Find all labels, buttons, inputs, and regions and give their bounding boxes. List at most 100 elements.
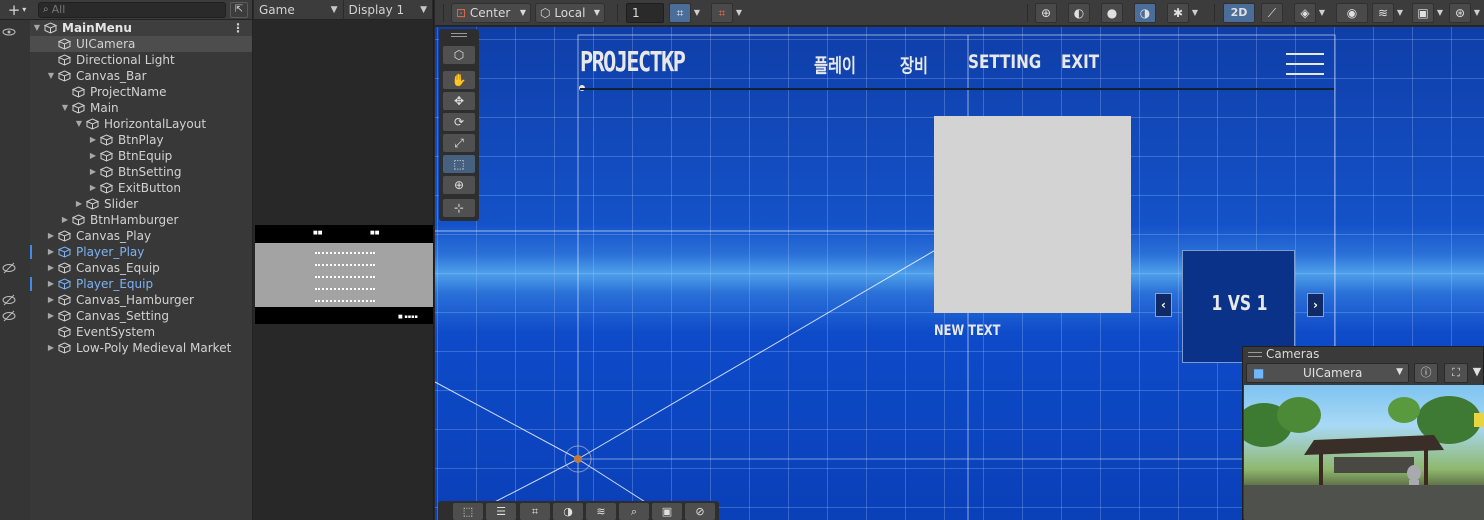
grid-snap-icon[interactable]: ⌗ (669, 3, 691, 23)
pivot-space-button[interactable]: ⬡ Local ▼ (535, 3, 605, 23)
chevron-down-icon[interactable]: ▼ (733, 3, 745, 23)
expand-arrow-icon[interactable]: ▶ (46, 340, 56, 356)
hierarchy-item[interactable]: ▶ Player_Equip (30, 276, 252, 292)
hierarchy-item[interactable]: ▶ Canvas_Hamburger (30, 292, 252, 308)
chevron-down-icon[interactable]: ▼ (1471, 3, 1483, 23)
hierarchy-item[interactable]: ▶ Canvas_Setting (30, 308, 252, 324)
more-options-icon[interactable]: ⋮ (232, 20, 244, 36)
game-view-dropdown[interactable]: Game ▼ (254, 0, 344, 20)
hamburger-icon-line[interactable] (1286, 53, 1324, 55)
header-slider-bar[interactable] (580, 88, 1334, 90)
hierarchy-search[interactable]: ⌕ (38, 1, 226, 18)
search-icon[interactable]: ⌕ (619, 503, 649, 520)
grid-size-field[interactable] (626, 3, 664, 23)
custom-tool-icon[interactable]: ⊹ (443, 199, 475, 217)
expand-arrow-icon[interactable]: ▶ (88, 180, 98, 196)
hidden-eye-icon[interactable] (2, 294, 16, 306)
visibility-eye-icon[interactable] (2, 26, 16, 38)
game-view-render[interactable]: ■■ ■■ ■ ▪▪▪▪ (255, 225, 433, 324)
hamburger-icon-line[interactable] (1286, 73, 1324, 75)
scene-view[interactable]: PROJECTKP 플레이 장비 SETTING EXIT NEW TEXT 1… (435, 27, 1484, 520)
hierarchy-item[interactable]: Directional Light (30, 52, 252, 68)
expand-arrow-icon[interactable]: ▶ (46, 308, 56, 324)
lighting-toggle-icon[interactable]: ⟋ (1261, 3, 1283, 23)
rotate-tool-icon[interactable]: ⟳ (443, 113, 475, 131)
expand-arrow-icon[interactable]: ▶ (60, 212, 70, 228)
hierarchy-item[interactable]: ▶ BtnSetting (30, 164, 252, 180)
hand-tool-icon[interactable]: ✋ (443, 71, 475, 89)
display-dropdown[interactable]: Display 1 ▼ (344, 0, 433, 20)
next-mode-button[interactable]: › (1307, 293, 1324, 317)
prev-mode-button[interactable]: ‹ (1155, 293, 1172, 317)
expand-arrow-icon[interactable]: ▼ (32, 20, 42, 36)
grid-icon[interactable]: ⌗ (520, 503, 550, 520)
hamburger-icon-line[interactable] (1286, 63, 1324, 65)
hierarchy-item[interactable]: ▶ Player_Play (30, 244, 252, 260)
compass-icon[interactable]: ⊘ (685, 503, 715, 520)
menu-exit[interactable]: EXIT (1061, 51, 1099, 73)
scale-tool-icon[interactable]: ⤢ (443, 134, 475, 152)
camera-icon[interactable]: ▣ (652, 503, 682, 520)
unlit-icon[interactable]: ◑ (1134, 3, 1156, 23)
mode-2d-button[interactable]: 2D (1223, 3, 1255, 23)
hidden-eye-icon[interactable] (2, 262, 16, 274)
hierarchy-item[interactable]: ▶ ExitButton (30, 180, 252, 196)
chevron-down-icon[interactable]: ▼ (1316, 3, 1328, 23)
wireframe-shading-icon[interactable]: ⊕ (1035, 3, 1057, 23)
scene-root-row[interactable]: ▼ MainMenu ⋮ (30, 20, 252, 36)
hierarchy-item[interactable]: ▶ Canvas_Equip (30, 260, 252, 276)
move-tool-icon[interactable]: ✥ (443, 92, 475, 110)
expand-arrow-icon[interactable]: ▶ (88, 132, 98, 148)
grip-icon[interactable] (451, 33, 467, 37)
chevron-down-icon[interactable]: ▼ (691, 3, 703, 23)
expand-arrow-icon[interactable]: ▼ (74, 116, 84, 132)
camera-select[interactable]: ■ UICamera ▼ (1246, 363, 1409, 383)
chevron-down-icon[interactable]: ▼ (1434, 3, 1446, 23)
transform-tool-icon[interactable]: ⊕ (443, 176, 475, 194)
hierarchy-search-input[interactable] (51, 3, 225, 16)
view-cube-icon[interactable]: ⬡ (443, 46, 475, 64)
effects-icon[interactable]: ◈ (1294, 3, 1316, 23)
chevron-down-icon[interactable]: ▼ (1394, 3, 1406, 23)
hierarchy-item[interactable]: ▶ BtnPlay (30, 132, 252, 148)
scene-visibility-icon[interactable]: ⇱ (230, 1, 248, 18)
grip-icon[interactable] (1248, 352, 1262, 357)
increment-snap-icon[interactable]: ⌗ (711, 3, 733, 23)
hierarchy-item[interactable]: ▼ HorizontalLayout (30, 116, 252, 132)
hierarchy-item[interactable]: ▶ Canvas_Play (30, 228, 252, 244)
hierarchy-item[interactable]: EventSystem (30, 324, 252, 340)
expand-arrow-icon[interactable]: ▶ (88, 164, 98, 180)
expand-arrow-icon[interactable]: ▶ (88, 148, 98, 164)
hierarchy-item[interactable]: ▶ Low-Poly Medieval Market (30, 340, 252, 356)
shaded-icon[interactable]: ● (1101, 3, 1123, 23)
preview-image[interactable] (934, 116, 1131, 313)
debug-bug-icon[interactable]: ✱ (1167, 3, 1189, 23)
layers-icon[interactable]: ≋ (586, 503, 616, 520)
hierarchy-item[interactable]: ProjectName (30, 84, 252, 100)
hidden-eye-icon[interactable] (2, 310, 16, 322)
align-icon[interactable]: ☰ (486, 503, 516, 520)
expand-arrow-icon[interactable]: ▶ (46, 276, 56, 292)
layers-icon[interactable]: ≋ (1372, 3, 1394, 23)
hierarchy-item[interactable]: ▼ Canvas_Bar (30, 68, 252, 84)
expand-arrow-icon[interactable]: ▼ (46, 68, 56, 84)
add-object-button[interactable]: + ▾ (0, 0, 34, 20)
expand-arrow-icon[interactable]: ▶ (74, 196, 84, 212)
chevron-down-icon[interactable]: ▼ (1469, 363, 1484, 383)
hierarchy-item[interactable]: ▼ Main (30, 100, 252, 116)
hierarchy-item[interactable]: ▶ Slider (30, 196, 252, 212)
frame-camera-icon[interactable]: ⛶ (1444, 363, 1468, 383)
scene-visibility-eye-icon[interactable]: ◉ (1336, 3, 1368, 23)
chevron-down-icon[interactable]: ▼ (1189, 3, 1201, 23)
rect-select-icon[interactable]: ⬚ (453, 503, 483, 520)
expand-arrow-icon[interactable]: ▶ (46, 228, 56, 244)
menu-play[interactable]: 플레이 (814, 51, 856, 78)
expand-arrow-icon[interactable]: ▶ (46, 292, 56, 308)
pivot-center-button[interactable]: ⊡ Center ▼ (451, 3, 531, 23)
expand-arrow-icon[interactable]: ▶ (46, 244, 56, 260)
shading-icon[interactable]: ◑ (553, 503, 583, 520)
menu-equip[interactable]: 장비 (900, 51, 928, 78)
menu-setting[interactable]: SETTING (968, 51, 1041, 73)
rect-tool-icon[interactable]: ⬚ (443, 155, 475, 173)
expand-arrow-icon[interactable]: ▼ (60, 100, 70, 116)
